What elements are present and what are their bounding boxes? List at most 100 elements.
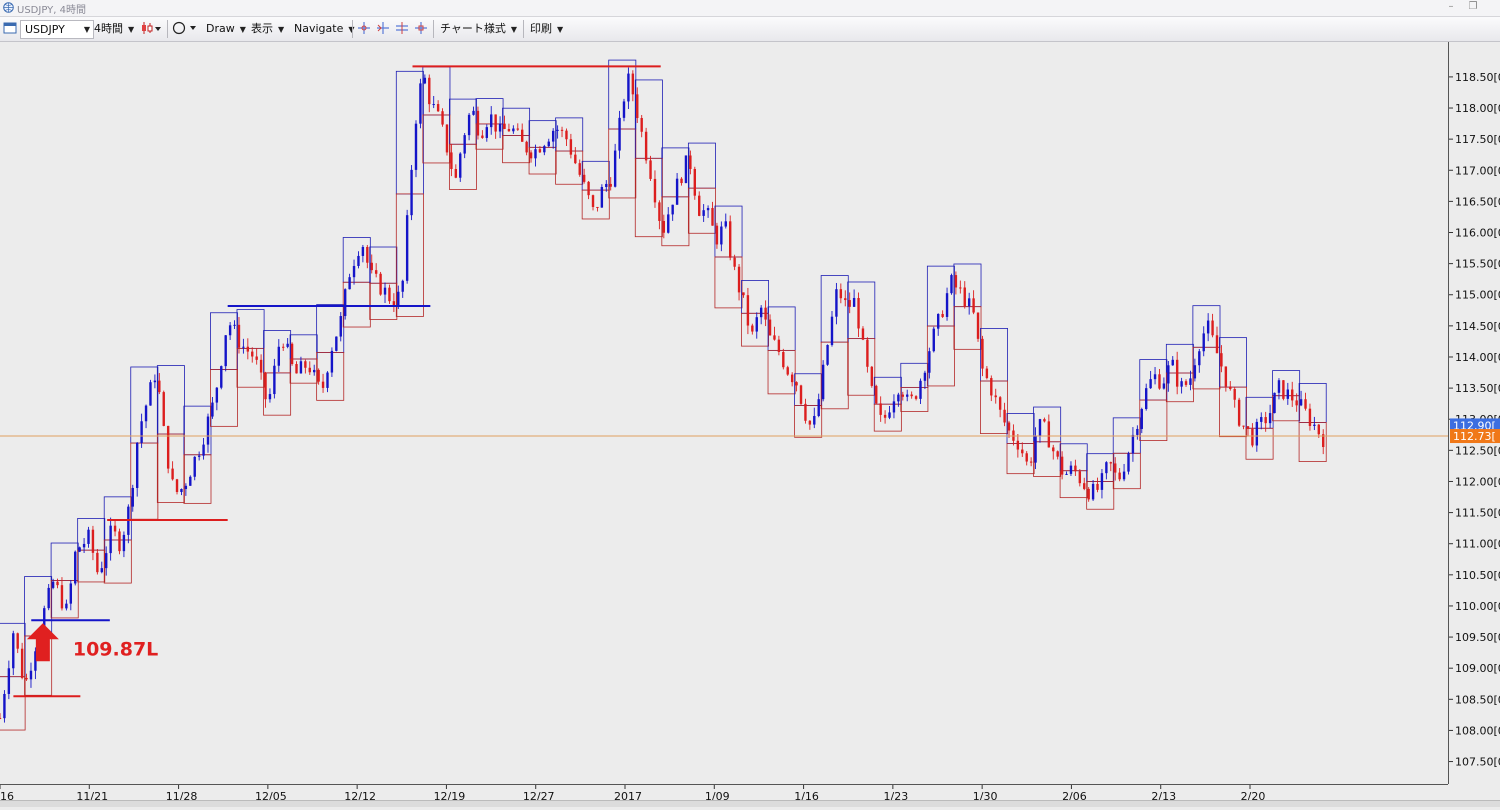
candlestick [295, 361, 298, 374]
candlestick [20, 642, 24, 680]
draw-menu[interactable]: Draw ▼ [206, 20, 246, 37]
candlestick [1034, 427, 1037, 470]
candlestick [330, 347, 334, 377]
candlestick [1043, 417, 1046, 423]
range-box-high [1059, 443, 1088, 472]
candlestick [1308, 403, 1312, 431]
candlestick [140, 413, 143, 448]
dropdown-arrow-icon: ▼ [83, 25, 90, 34]
print-menu[interactable]: 印刷 ▼ [530, 20, 563, 37]
price-tick-label: 107.50[0 [1455, 756, 1500, 769]
crosshair-left-button[interactable] [376, 21, 390, 38]
range-box-low [528, 146, 557, 175]
candlestick [379, 271, 382, 296]
candlestick [870, 365, 874, 388]
candlestick [109, 517, 112, 561]
candlestick [1087, 487, 1090, 502]
range-box-high [448, 98, 477, 145]
candlestick [3, 690, 6, 723]
price-tick-label: 112.00[0 [1455, 475, 1500, 488]
ellipse-tool-button[interactable] [172, 21, 200, 38]
candlestick [193, 456, 196, 481]
dropdown-arrow-icon: ▼ [128, 25, 135, 34]
candlestick [906, 389, 909, 402]
crosshair-tool-button[interactable] [357, 21, 371, 38]
display-menu[interactable]: 表示 ▼ [251, 20, 284, 37]
range-box-low [130, 442, 159, 520]
candlestick [790, 372, 794, 387]
candlestick [82, 538, 86, 553]
candlestick [742, 292, 745, 298]
range-box-low [263, 372, 292, 416]
candlestick [551, 128, 555, 149]
candlestick [786, 365, 789, 376]
candlestick [166, 425, 170, 474]
crosshair-bar-button[interactable] [414, 21, 428, 38]
candlestick [1109, 461, 1112, 472]
candlestick [578, 159, 581, 177]
candlestick [1277, 378, 1281, 400]
candlestick [1118, 468, 1121, 482]
candlestick [131, 484, 134, 512]
candlestick [844, 290, 847, 307]
timeframe-selector[interactable]: 4時間 ▼ [94, 20, 134, 37]
candlestick [91, 525, 95, 561]
candlestick [259, 354, 263, 380]
navigate-menu[interactable]: Navigate▼ [294, 20, 355, 37]
candlestick [352, 259, 356, 285]
candlestick [777, 335, 781, 356]
candlestick [711, 201, 714, 226]
chart-type-button[interactable] [140, 21, 162, 38]
price-axis[interactable]: 118.50[0 118.00[0 117.50[0 117.00[0 116.50[0… [1448, 42, 1500, 784]
candlestick [653, 170, 657, 208]
candlestick [644, 127, 648, 164]
candlestick [171, 461, 174, 481]
chart-style-menu[interactable]: チャート様式 ▼ [440, 20, 517, 37]
crosshair-right-button[interactable] [395, 21, 409, 38]
candlestick [450, 143, 453, 177]
candlestick [826, 344, 829, 366]
candlestick [839, 283, 843, 304]
candlestick [936, 313, 940, 336]
restore-button[interactable]: ❐ [1466, 1, 1480, 12]
level-lines [13, 65, 661, 698]
candlestick [12, 630, 15, 676]
price-chart[interactable]: 109.87L [0, 42, 1448, 784]
candlestick [636, 87, 639, 124]
symbol-label: USDJPY [25, 23, 65, 36]
candlestick [821, 360, 825, 402]
candlestick [759, 305, 763, 325]
candlestick [1215, 326, 1219, 354]
candlestick [1056, 450, 1059, 460]
toolbar-separator [352, 20, 353, 38]
candlestick [1268, 404, 1272, 429]
candlestick [481, 130, 484, 139]
candlestick [459, 152, 462, 182]
candlestick [804, 398, 807, 424]
candlestick [308, 361, 311, 375]
crosshair-icon [358, 22, 370, 34]
candlestick [321, 373, 325, 393]
symbol-selector[interactable]: USDJPY ▼ [20, 20, 94, 39]
candlestick [1047, 414, 1051, 448]
candlestick [923, 370, 927, 390]
chart-area[interactable]: 109.87L [0, 42, 1448, 784]
candlestick [118, 528, 121, 555]
candlestick [967, 292, 971, 315]
price-tick-label: 108.00[0 [1455, 724, 1500, 737]
candlestick [795, 381, 798, 392]
candlestick [729, 215, 732, 261]
candlestick [1206, 313, 1210, 342]
candlestick [1140, 407, 1143, 434]
candlestick [16, 632, 19, 654]
candlestick [246, 338, 250, 360]
candlestick [768, 314, 772, 336]
minimize-button[interactable]: – [1444, 1, 1458, 12]
draw-label: Draw [206, 22, 235, 35]
candlestick [1021, 442, 1024, 457]
candlestick [286, 338, 289, 349]
candlestick [516, 123, 519, 131]
range-box-low [1112, 452, 1141, 490]
candlestick [848, 292, 851, 314]
candlestick [998, 396, 1002, 418]
